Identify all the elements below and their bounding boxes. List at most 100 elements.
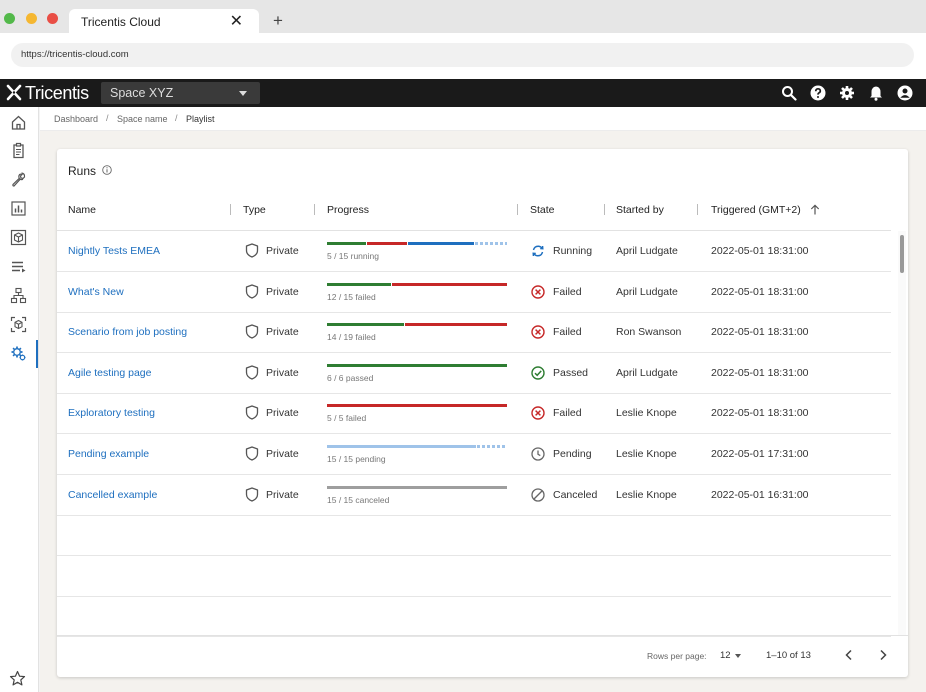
column-header-state[interactable]: State bbox=[530, 204, 555, 216]
run-triggered-time: 2022-05-01 18:31:00 bbox=[711, 407, 809, 420]
column-separator bbox=[517, 204, 518, 215]
progress-text: 15 / 15 canceled bbox=[327, 494, 390, 505]
progress-bar bbox=[327, 485, 508, 489]
run-name-link[interactable]: What's New bbox=[68, 286, 124, 298]
run-name-link[interactable]: Pending example bbox=[68, 448, 149, 460]
scrollbar-track[interactable] bbox=[898, 231, 906, 635]
rows-per-page-select[interactable]: 12 bbox=[720, 650, 731, 661]
reports-icon[interactable] bbox=[10, 200, 27, 217]
info-icon[interactable] bbox=[102, 165, 112, 175]
address-bar[interactable]: https://tricentis-cloud.com bbox=[11, 43, 914, 67]
sort-ascending-icon[interactable] bbox=[810, 204, 820, 215]
progress-bar bbox=[327, 323, 508, 327]
window-close-button[interactable] bbox=[47, 13, 58, 24]
running-icon bbox=[532, 245, 544, 257]
table-row[interactable]: Nightly Tests EMEA Private 5 / 15 running R… bbox=[57, 231, 891, 272]
runs-title: Runs bbox=[68, 164, 97, 178]
progress-text: 5 / 5 failed bbox=[327, 413, 367, 424]
run-type: Private bbox=[266, 366, 299, 379]
playlists-icon[interactable] bbox=[10, 258, 27, 275]
window-zoom-button[interactable] bbox=[4, 13, 15, 24]
favorites-icon[interactable] bbox=[9, 670, 26, 687]
run-state: Canceled bbox=[553, 488, 598, 501]
packages-icon[interactable] bbox=[10, 229, 27, 246]
notifications-icon[interactable] bbox=[868, 85, 884, 101]
progress-text: 14 / 19 failed bbox=[327, 332, 376, 343]
breadcrumb: Dashboard / Space name / Playlist bbox=[40, 107, 926, 131]
run-name-link[interactable]: Agile testing page bbox=[68, 367, 151, 379]
next-page-icon[interactable] bbox=[875, 647, 891, 663]
space-selector[interactable]: Space XYZ bbox=[101, 82, 260, 104]
column-header-name[interactable]: Name bbox=[68, 204, 96, 216]
breadcrumb-dashboard[interactable]: Dashboard bbox=[54, 114, 98, 124]
logo-text: Tricentis bbox=[25, 83, 89, 103]
run-triggered-time: 2022-05-01 16:31:00 bbox=[711, 488, 809, 501]
run-name-link[interactable]: Cancelled example bbox=[68, 489, 157, 501]
test-cases-icon[interactable] bbox=[10, 142, 27, 159]
address-bar-container: https://tricentis-cloud.com bbox=[0, 33, 926, 79]
help-icon[interactable] bbox=[810, 85, 826, 101]
column-separator bbox=[230, 204, 231, 215]
run-started-by: Ron Swanson bbox=[616, 326, 682, 339]
table-row[interactable]: Pending example Private 15 / 15 pending Pen… bbox=[57, 434, 891, 475]
run-name-link[interactable]: Scenario from job posting bbox=[68, 326, 187, 338]
run-name-link[interactable]: Exploratory testing bbox=[68, 407, 155, 419]
progress-segment-running bbox=[408, 242, 475, 245]
table-row[interactable]: Cancelled example Private 15 / 15 canceled… bbox=[57, 475, 891, 516]
empty-table-row bbox=[57, 556, 891, 597]
progress-segment-passed bbox=[327, 282, 392, 286]
new-tab-icon[interactable]: + bbox=[273, 11, 283, 31]
table-row[interactable]: Agile testing page Private 6 / 6 passed Pas… bbox=[57, 353, 891, 394]
progress-segment-passed bbox=[327, 363, 507, 367]
progress-segment-passed bbox=[327, 323, 404, 327]
table-row[interactable]: Exploratory testing Private 5 / 5 failed Fa… bbox=[57, 393, 891, 435]
home-icon[interactable] bbox=[10, 114, 27, 131]
progress-segment-pending bbox=[475, 242, 507, 245]
rows-per-page-label: Rows per page: bbox=[647, 651, 707, 661]
shield-icon bbox=[245, 283, 259, 299]
scrollbar-thumb[interactable] bbox=[900, 235, 904, 273]
tricentis-logo-icon bbox=[6, 84, 22, 101]
tab-close-icon[interactable]: ✕ bbox=[230, 11, 243, 31]
previous-page-icon[interactable] bbox=[841, 647, 857, 663]
caret-down-icon bbox=[239, 91, 247, 96]
progress-segment-pending bbox=[477, 445, 507, 448]
run-triggered-time: 2022-05-01 18:31:00 bbox=[711, 245, 809, 257]
progress-segment-failed bbox=[392, 282, 507, 286]
run-started-by: Leslie Knope bbox=[616, 407, 677, 420]
search-icon[interactable] bbox=[781, 85, 797, 101]
breadcrumb-space-name[interactable]: Space name bbox=[117, 114, 168, 124]
run-state: Passed bbox=[553, 366, 589, 379]
progress-text: 15 / 15 pending bbox=[327, 454, 386, 464]
column-header-type[interactable]: Type bbox=[243, 204, 266, 216]
passed-icon bbox=[531, 366, 545, 380]
run-type: Private bbox=[266, 488, 299, 501]
tab-title: Tricentis Cloud bbox=[81, 15, 161, 29]
empty-table-row bbox=[57, 515, 891, 557]
settings-icon[interactable] bbox=[839, 85, 855, 101]
table-row[interactable]: What's New Private 12 / 15 failed Failed Apr… bbox=[57, 272, 891, 313]
run-name-link[interactable]: Nightly Tests EMEA bbox=[68, 245, 160, 257]
run-triggered-time: 2022-05-01 18:31:00 bbox=[711, 285, 809, 298]
progress-segment-canceled bbox=[327, 485, 507, 489]
column-header-triggered[interactable]: Triggered (GMT+2) bbox=[711, 204, 801, 216]
progress-segment-failed bbox=[327, 404, 507, 408]
window-minimize-button[interactable] bbox=[26, 13, 37, 24]
pagination-range: 1–10 of 13 bbox=[766, 650, 811, 661]
account-icon[interactable] bbox=[897, 85, 913, 101]
automation-settings-icon[interactable] bbox=[10, 345, 27, 362]
components-icon[interactable] bbox=[10, 316, 27, 333]
run-state: Pending bbox=[553, 448, 592, 460]
column-header-started-by[interactable]: Started by bbox=[616, 204, 664, 216]
table-row[interactable]: Scenario from job posting Private 14 / 19 … bbox=[57, 312, 891, 354]
hierarchy-icon[interactable] bbox=[10, 287, 27, 304]
caret-down-icon[interactable] bbox=[735, 654, 741, 658]
browser-tab[interactable]: Tricentis Cloud ✕ bbox=[69, 9, 259, 33]
tools-icon[interactable] bbox=[10, 171, 27, 188]
progress-text: 6 / 6 passed bbox=[327, 372, 374, 383]
pending-icon bbox=[531, 447, 545, 461]
column-header-progress[interactable]: Progress bbox=[327, 204, 369, 216]
breadcrumb-playlist: Playlist bbox=[186, 114, 215, 124]
shield-icon bbox=[245, 446, 259, 461]
run-started-by: April Ludgate bbox=[616, 366, 678, 379]
